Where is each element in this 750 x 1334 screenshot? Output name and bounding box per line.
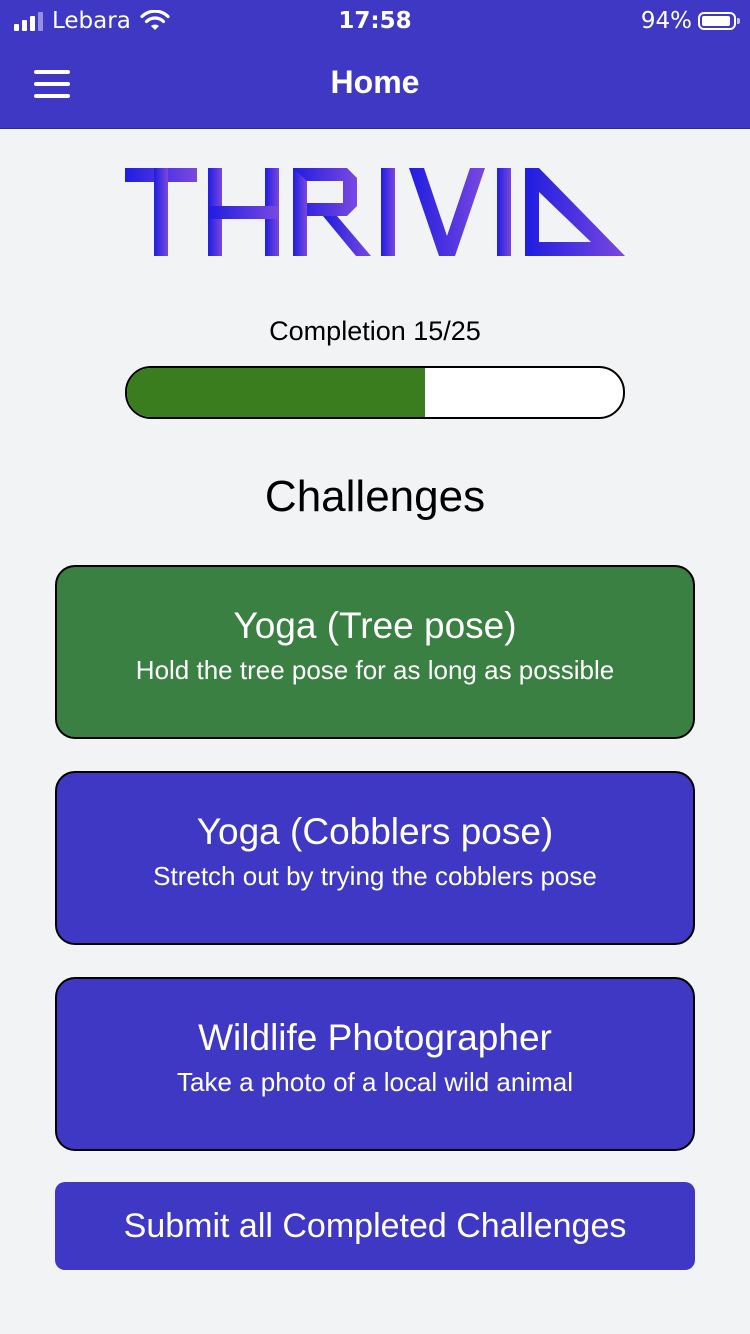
status-time: 17:58 bbox=[338, 8, 412, 34]
battery-percent: 94% bbox=[640, 8, 692, 34]
progress-fill bbox=[127, 368, 425, 417]
challenge-title: Wildlife Photographer bbox=[198, 1017, 552, 1058]
challenge-card-tree-pose[interactable]: Yoga (Tree pose) Hold the tree pose for … bbox=[55, 565, 695, 739]
status-bar: Lebara 17:58 94% bbox=[0, 0, 750, 42]
battery-fill bbox=[702, 16, 730, 26]
battery-tip bbox=[737, 18, 740, 24]
submit-completed-challenges-button[interactable]: Submit all Completed Challenges bbox=[55, 1182, 695, 1270]
status-right: 94% bbox=[640, 8, 740, 34]
challenge-title: Yoga (Cobblers pose) bbox=[196, 811, 554, 852]
challenge-description: Stretch out by trying the cobblers pose bbox=[153, 861, 597, 891]
challenge-description: Hold the tree pose for as long as possib… bbox=[135, 655, 615, 685]
challenges-heading: Challenges bbox=[264, 472, 486, 521]
thrivia-logo bbox=[125, 168, 625, 256]
challenge-card-cobblers-pose[interactable]: Yoga (Cobblers pose) Stretch out by tryi… bbox=[55, 771, 695, 945]
battery-icon bbox=[698, 12, 740, 30]
completion-progress-bar bbox=[125, 366, 625, 419]
completion-label: Completion 15/25 bbox=[269, 316, 481, 346]
challenge-title: Yoga (Tree pose) bbox=[233, 605, 517, 646]
nav-bar: Home bbox=[0, 42, 750, 129]
page-title: Home bbox=[330, 64, 420, 100]
challenge-card-wildlife-photographer[interactable]: Wildlife Photographer Take a photo of a … bbox=[55, 977, 695, 1151]
challenge-description: Take a photo of a local wild animal bbox=[176, 1067, 573, 1097]
